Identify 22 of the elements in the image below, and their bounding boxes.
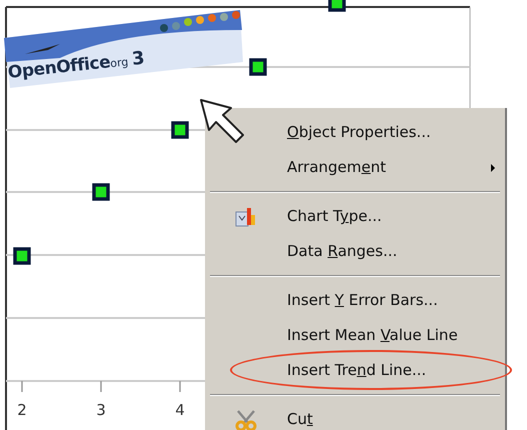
data-point bbox=[328, 0, 346, 12]
scissors-icon bbox=[234, 408, 258, 430]
chart-icon bbox=[235, 206, 257, 228]
menu-item[interactable]: Arrangement bbox=[287, 156, 386, 179]
menu-item[interactable]: Insert Trend Line... bbox=[287, 359, 426, 382]
data-point bbox=[171, 121, 189, 139]
menu-item[interactable]: Chart Type... bbox=[287, 205, 382, 228]
x-tick-label: 2 bbox=[16, 400, 28, 421]
data-point bbox=[249, 58, 267, 76]
x-tick-label: 3 bbox=[95, 400, 107, 421]
data-point bbox=[92, 183, 110, 201]
menu-item[interactable]: Cut bbox=[287, 408, 313, 430]
menu-item[interactable]: Insert Y Error Bars... bbox=[287, 289, 438, 312]
logo-name: OpenOffice bbox=[6, 51, 112, 85]
mouse-pointer-icon bbox=[200, 99, 244, 143]
logo-version: 3 bbox=[130, 46, 146, 72]
menu-item[interactable]: Object Properties... bbox=[287, 121, 431, 144]
logo-suffix: org bbox=[110, 54, 130, 70]
x-tick-label: 4 bbox=[174, 400, 186, 421]
data-point bbox=[13, 247, 31, 265]
menu-item[interactable]: Insert Mean Value Line bbox=[287, 324, 458, 347]
menu-item[interactable]: Data Ranges... bbox=[287, 240, 398, 263]
